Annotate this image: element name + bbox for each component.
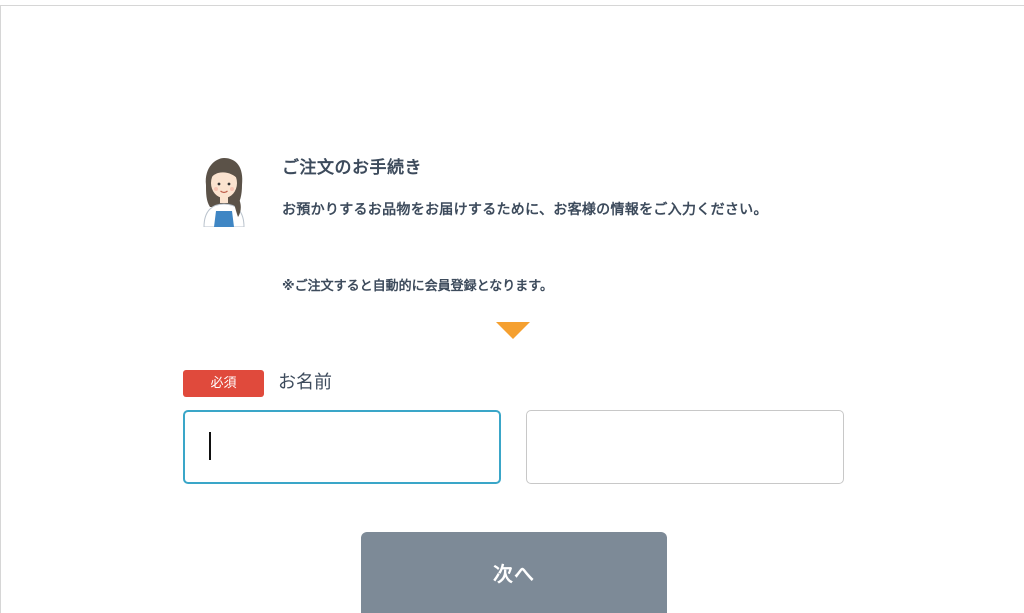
down-triangle-icon (496, 322, 530, 339)
required-badge: 必須 (183, 370, 264, 397)
intro-title: ご注文のお手続き (282, 158, 422, 178)
last-name-input[interactable] (183, 410, 501, 484)
first-name-input[interactable] (526, 410, 844, 484)
intro-note: ※ご注文すると自動的に会員登録となります。 (282, 279, 553, 294)
name-field-label: お名前 (278, 372, 332, 393)
text-caret (209, 432, 211, 460)
next-button[interactable]: 次へ (361, 532, 667, 613)
support-staff-avatar-icon (196, 155, 250, 228)
page-frame (0, 5, 1024, 613)
intro-body: お預かりするお品物をお届けするために、お客様の情報をご入力ください。 (282, 202, 768, 218)
